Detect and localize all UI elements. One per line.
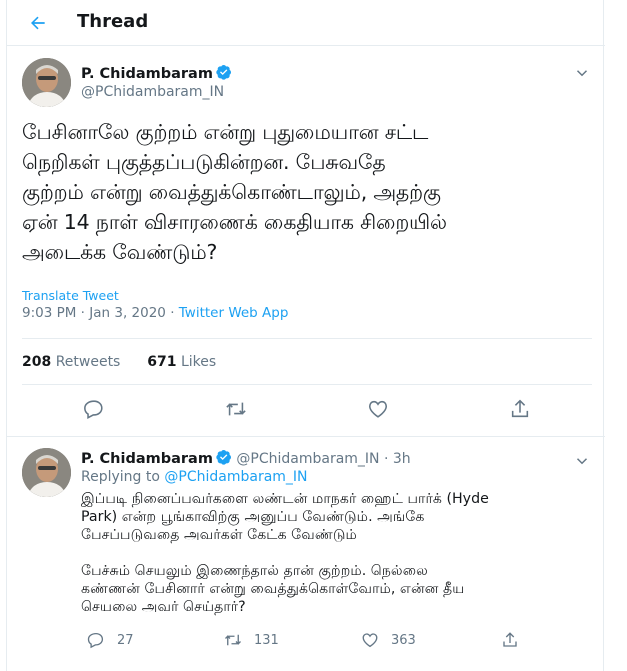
avatar[interactable] <box>22 448 71 497</box>
reply-header: P. Chidambaram @PChidambaram_IN · 3h <box>81 449 411 468</box>
tweet-text-line: ஏன் 14 நாள் விசாரணைக் கைதியாக சிறையில் <box>22 210 447 234</box>
reply-time[interactable]: · 3h <box>384 451 411 467</box>
back-arrow-icon <box>31 16 45 30</box>
retweet-icon <box>226 402 246 416</box>
retweets-count: 208 <box>22 354 52 370</box>
divider <box>22 338 592 339</box>
more-options-button[interactable] <box>573 64 591 82</box>
tweet-stats: 208 Retweets 671 Likes <box>22 354 216 370</box>
replying-to-label: Replying to <box>81 469 165 485</box>
back-button[interactable] <box>25 10 51 36</box>
reply-actions: 27 131 363 <box>81 631 591 655</box>
tweet-meta: 9:03 PM · Jan 3, 2020 · Twitter Web App <box>22 305 288 321</box>
replies-count: 27 <box>117 632 134 648</box>
tweet-text-line: குற்றம் என்று வைத்துக்கொண்டாலும், அதற்கு <box>22 180 441 204</box>
retweets-label: Retweets <box>55 354 121 370</box>
reply-text: இப்படி நினைப்பவர்களை லண்டன் மாநகர் ஹைட் … <box>81 490 591 634</box>
thread-header: Thread <box>7 0 605 46</box>
likes-count: 363 <box>391 632 416 648</box>
more-options-button[interactable] <box>573 452 591 470</box>
reply-button[interactable] <box>83 398 107 422</box>
replying-to: Replying to @PChidambaram_IN <box>81 469 308 485</box>
replying-to-link[interactable]: @PChidambaram_IN <box>164 469 307 485</box>
tweet-actions <box>7 398 605 428</box>
reply-text-line: Park) என்ற பூங்காவிற்கு அனுப்ப வேண்டும்.… <box>81 509 425 525</box>
tweet-text-line: அடைக்க வேண்டும்? <box>22 240 218 264</box>
share-button[interactable] <box>509 398 533 422</box>
verified-badge-icon <box>216 65 231 80</box>
chevron-down-icon <box>576 458 588 465</box>
reply-icon <box>87 632 104 649</box>
tweet-text-line: பேசினாலே குற்றம் என்று புதுமையான சட்ட <box>22 120 429 144</box>
tweet-text-line: நெறிகள் புகுத்தப்படுகின்றன. பேசுவதே <box>22 150 386 174</box>
likes-count: 671 <box>147 354 177 370</box>
heart-icon <box>362 633 378 648</box>
reply-text-line: பேச்சும் செயலும் இணைந்தால் தான் குற்றம்.… <box>81 563 428 579</box>
likes-label: Likes <box>180 354 217 370</box>
reply-paragraph: பேச்சும் செயலும் இணைந்தால் தான் குற்றம்.… <box>81 562 591 616</box>
retweet-button[interactable] <box>225 398 249 422</box>
reply-text-line: கண்ணன் பேசினார் என்று வைத்துக்கொள்வோம், … <box>81 581 465 597</box>
author-name: P. Chidambaram <box>81 66 213 82</box>
share-icon <box>511 399 529 418</box>
tweet-source-link[interactable]: Twitter Web App <box>179 305 289 321</box>
divider <box>22 384 592 385</box>
reply-paragraph: இப்படி நினைப்பவர்களை லண்டன் மாநகர் ஹைட் … <box>81 490 591 544</box>
divider <box>7 436 605 437</box>
avatar[interactable] <box>22 58 71 107</box>
reply-text-line: இப்படி நினைப்பவர்களை லண்டன் மாநகர் ஹைட் … <box>81 491 489 507</box>
page-title: Thread <box>77 11 149 32</box>
tweet-text: பேசினாலே குற்றம் என்று புதுமையான சட்ட நெ… <box>22 117 592 267</box>
heart-icon <box>368 400 388 418</box>
share-button[interactable] <box>501 631 531 649</box>
reply-text-line: செயலை அவர் செய்தார்? <box>81 599 246 615</box>
chevron-down-icon <box>576 70 588 77</box>
translate-tweet-link[interactable]: Translate Tweet <box>22 288 119 303</box>
like-button[interactable]: 363 <box>361 631 416 649</box>
reply-icon <box>84 400 103 419</box>
verified-badge-icon <box>216 450 231 465</box>
author-name[interactable]: P. Chidambaram <box>81 451 213 467</box>
retweets-count: 131 <box>254 632 279 648</box>
retweet-button[interactable]: 131 <box>224 631 279 649</box>
reply-text-line: பேசப்படுவதை அவர்கள் கேட்க வேண்டும் <box>81 527 357 543</box>
thread-panel: Thread P. Chidambaram @PChidambaram_IN ப… <box>6 0 605 671</box>
like-button[interactable] <box>367 398 391 422</box>
author-handle[interactable]: @PChidambaram_IN <box>236 451 379 467</box>
share-icon <box>503 632 517 647</box>
retweets-stat[interactable]: 208 Retweets <box>22 354 120 370</box>
author-name-link[interactable]: P. Chidambaram <box>81 63 232 83</box>
retweet-icon <box>225 634 241 646</box>
author-handle: @PChidambaram_IN <box>81 84 225 100</box>
likes-stat[interactable]: 671 Likes <box>147 354 216 370</box>
reply-button[interactable]: 27 <box>87 631 134 649</box>
tweet-timestamp[interactable]: 9:03 PM · Jan 3, 2020 · <box>22 305 179 321</box>
